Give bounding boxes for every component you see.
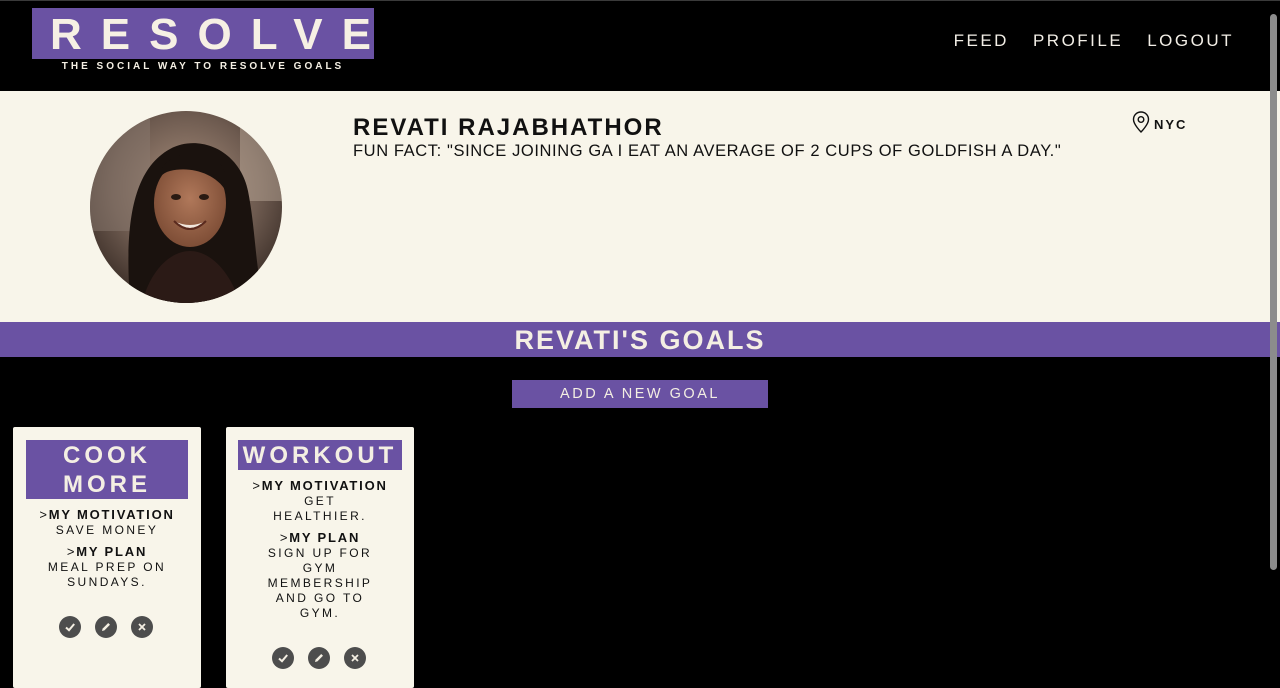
motivation-line: GET	[304, 494, 336, 508]
goals-section-title: REVATI'S GOALS	[514, 325, 766, 355]
goal-card: COOK MORE >MY MOTIVATION SAVE MONEY >MY …	[13, 427, 201, 688]
pencil-icon	[315, 654, 323, 662]
plan-label: >MY PLAN	[279, 530, 361, 545]
avatar	[90, 111, 282, 303]
goal-title-line: WORKOUT	[242, 442, 398, 469]
plan-line: AND GO TO	[275, 591, 365, 605]
motivation-label: >MY MOTIVATION	[39, 507, 175, 522]
caret: >	[39, 507, 49, 522]
main-nav: FEED PROFILE LOGOUT	[954, 31, 1234, 51]
nav-logout-link[interactable]: LOGOUT	[1147, 31, 1234, 51]
goal-title-line: MORE	[63, 471, 151, 498]
site-header: RESOLVE THE SOCIAL WAY TO RESOLVE GOALS …	[0, 0, 1280, 91]
check-icon	[65, 623, 75, 632]
plan-line: GYM.	[299, 606, 341, 620]
motivation-label: >MY MOTIVATION	[252, 478, 388, 493]
map-pin-icon	[1132, 111, 1150, 133]
logo[interactable]: RESOLVE	[32, 8, 374, 59]
profile-panel: REVATI RAJABHATHOR FUN FACT: "SINCE JOIN…	[0, 91, 1280, 322]
goals-section-bar: REVATI'S GOALS	[0, 322, 1280, 357]
caret: >	[279, 530, 290, 545]
profile-location: NYC	[1132, 111, 1187, 133]
delete-goal-button[interactable]	[344, 647, 366, 669]
plan-label: >MY PLAN	[66, 544, 148, 559]
plan-line: SUNDAYS.	[67, 575, 147, 589]
edit-goal-button[interactable]	[308, 647, 330, 669]
nav-profile-link[interactable]: PROFILE	[1033, 31, 1123, 51]
profile-name: REVATI RAJABHATHOR	[353, 114, 664, 141]
goal-actions	[59, 616, 153, 638]
plan-line: SIGN UP FOR	[267, 546, 373, 560]
goal-title: WORKOUT	[238, 440, 402, 470]
complete-goal-button[interactable]	[59, 616, 81, 638]
goal-actions	[272, 647, 366, 669]
motivation-value: GET HEALTHIER.	[226, 494, 414, 524]
plan-line: GYM	[302, 561, 338, 575]
motivation-line: HEALTHIER.	[273, 509, 367, 523]
page-scrollbar[interactable]	[1266, 0, 1280, 688]
goal-title: COOK MORE	[26, 440, 188, 499]
close-icon	[351, 654, 359, 662]
profile-fun-fact: FUN FACT: "SINCE JOINING GA I EAT AN AVE…	[353, 142, 1062, 160]
plan-line: MEAL PREP ON	[47, 560, 167, 574]
check-icon	[278, 654, 288, 663]
location-label: NYC	[1154, 116, 1188, 132]
pencil-icon	[102, 623, 110, 631]
avatar-photo	[90, 111, 282, 303]
scrollbar-thumb[interactable]	[1270, 14, 1277, 570]
plan-line: MEMBERSHIP	[267, 576, 373, 590]
nav-feed-link[interactable]: FEED	[954, 31, 1009, 51]
caret: >	[66, 544, 77, 559]
edit-goal-button[interactable]	[95, 616, 117, 638]
add-goal-button[interactable]: ADD A NEW GOAL	[512, 380, 768, 408]
plan-value: SIGN UP FOR GYM MEMBERSHIP AND GO TO GYM…	[226, 546, 414, 621]
plan-value: MEAL PREP ON SUNDAYS.	[13, 560, 201, 590]
caret: >	[252, 478, 262, 493]
goal-card: WORKOUT >MY MOTIVATION GET HEALTHIER. >M…	[226, 427, 414, 688]
close-icon	[138, 623, 146, 631]
delete-goal-button[interactable]	[131, 616, 153, 638]
goal-title-line: COOK	[63, 442, 151, 469]
logo-text: RESOLVE	[50, 10, 391, 59]
motivation-value: SAVE MONEY	[55, 523, 159, 537]
tagline: THE SOCIAL WAY TO RESOLVE GOALS	[61, 61, 345, 72]
complete-goal-button[interactable]	[272, 647, 294, 669]
